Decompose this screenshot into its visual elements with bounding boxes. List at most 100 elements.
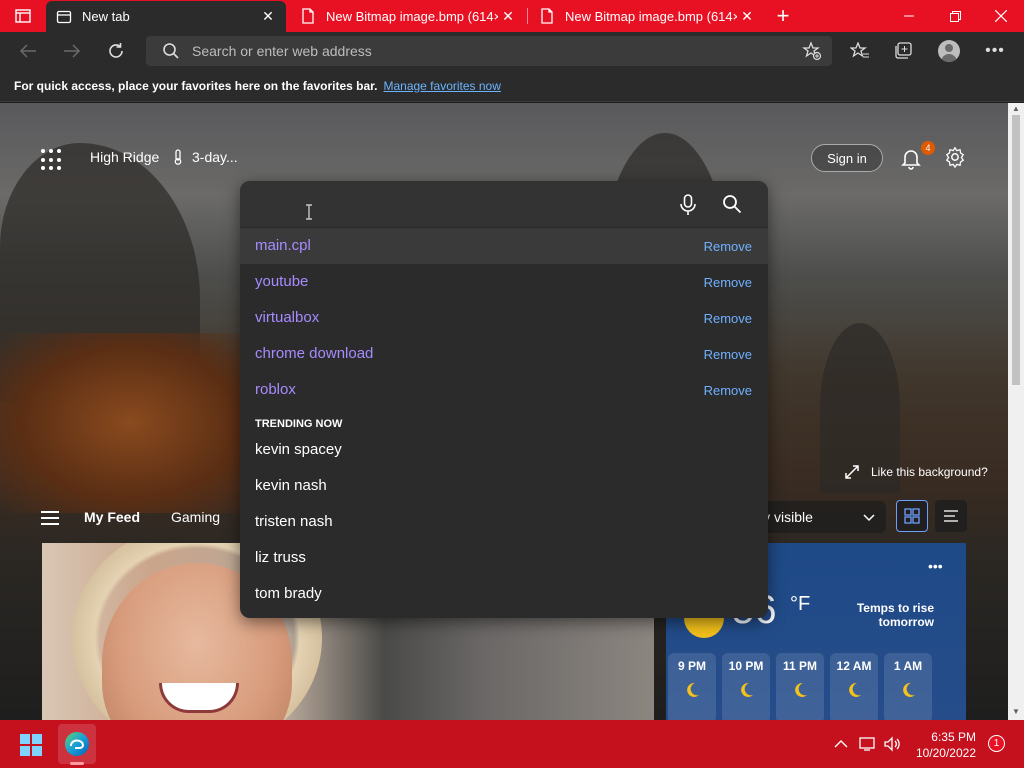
edge-taskbar-button[interactable]	[58, 724, 96, 764]
search-box	[240, 181, 768, 227]
recent-search-query: chrome download	[255, 345, 374, 362]
hourly-forecast-item: 12 AM	[830, 653, 878, 720]
back-button[interactable]	[14, 37, 42, 65]
trending-item[interactable]: kevin nash	[255, 477, 327, 494]
more-icon: •••	[985, 42, 1005, 59]
trending-item[interactable]: tristen nash	[255, 513, 333, 530]
collections-icon	[895, 42, 912, 59]
recent-search-item[interactable]: main.cpl Remove	[240, 228, 768, 264]
scroll-down-icon[interactable]: ▼	[1012, 707, 1020, 716]
favorites-button[interactable]	[845, 37, 875, 65]
recent-search-item[interactable]: roblox Remove	[240, 372, 768, 408]
location-label[interactable]: High Ridge	[90, 149, 159, 165]
sign-in-button[interactable]: Sign in	[811, 144, 883, 172]
hour-label: 9 PM	[677, 659, 706, 673]
tab-separator	[527, 8, 528, 24]
moon-icon	[903, 682, 915, 697]
notification-badge: 4	[921, 141, 935, 155]
grid-icon	[904, 508, 920, 524]
tab-bitmap-2[interactable]: New Bitmap image.bmp (614×46 ✕	[529, 0, 765, 32]
tab-bitmap-1[interactable]: New Bitmap image.bmp (614×46 ✕	[290, 0, 526, 32]
search-input[interactable]	[256, 191, 656, 217]
hourly-forecast-item: 10 PM	[722, 653, 770, 720]
remove-search-button[interactable]: Remove	[704, 239, 752, 254]
list-layout-button[interactable]	[935, 500, 967, 532]
network-icon[interactable]	[858, 734, 878, 754]
new-tab-page-icon	[56, 9, 72, 25]
trending-item[interactable]: tom brady	[255, 585, 322, 602]
address-bar[interactable]	[146, 36, 832, 66]
minimize-button[interactable]	[886, 0, 932, 32]
forward-button[interactable]	[58, 37, 86, 65]
weather-summary[interactable]: 3-day...	[172, 149, 238, 165]
expand-icon	[845, 465, 859, 479]
address-input[interactable]	[192, 43, 752, 59]
tab-new-tab[interactable]: New tab ✕	[46, 1, 286, 32]
microphone-icon[interactable]	[678, 194, 698, 216]
manage-favorites-link[interactable]: Manage favorites now	[383, 79, 500, 93]
profile-avatar[interactable]	[938, 40, 960, 62]
weather-trend-text: Temps to rise tomorrow	[856, 601, 934, 629]
remove-search-button[interactable]: Remove	[704, 275, 752, 290]
tab-actions-button[interactable]	[8, 6, 38, 26]
arrow-left-icon	[19, 44, 36, 58]
refresh-icon	[109, 43, 123, 58]
volume-icon[interactable]	[883, 734, 903, 754]
trending-item[interactable]: kevin spacey	[255, 441, 342, 458]
tab-my-feed[interactable]: My Feed	[84, 509, 140, 525]
hour-label: 11 PM	[782, 659, 818, 673]
new-tab-button[interactable]: +	[770, 3, 796, 28]
page-scrollbar[interactable]: ▲ ▼	[1008, 103, 1024, 720]
active-app-indicator	[70, 762, 84, 765]
tab-close-button[interactable]: ✕	[737, 6, 757, 26]
trending-item[interactable]: liz truss	[255, 549, 306, 566]
minimize-icon	[904, 15, 914, 17]
settings-more-button[interactable]: •••	[980, 37, 1010, 65]
restore-button[interactable]	[932, 0, 978, 32]
favorites-bar: For quick access, place your favorites h…	[0, 70, 1024, 102]
feed-menu-icon[interactable]	[41, 511, 59, 525]
recent-search-item[interactable]: chrome download Remove	[240, 336, 768, 372]
list-icon	[944, 510, 958, 522]
bell-icon[interactable]	[899, 146, 923, 170]
recent-search-item[interactable]: virtualbox Remove	[240, 300, 768, 336]
remove-search-button[interactable]: Remove	[704, 311, 752, 326]
show-hidden-icons-button[interactable]	[831, 734, 851, 754]
favorites-bar-hint: For quick access, place your favorites h…	[14, 78, 378, 93]
remove-search-button[interactable]: Remove	[704, 347, 752, 362]
gear-icon[interactable]	[944, 146, 966, 168]
tab-close-button[interactable]: ✕	[498, 6, 518, 26]
tab-close-button[interactable]: ✕	[258, 7, 278, 27]
tab-title: New Bitmap image.bmp (614×46	[326, 8, 498, 24]
thermometer-icon	[174, 149, 182, 165]
moon-icon	[849, 682, 861, 697]
favorites-icon	[850, 42, 869, 58]
taskbar: 6:35 PM 10/20/2022 1	[0, 720, 1024, 768]
remove-search-button[interactable]: Remove	[704, 383, 752, 398]
search-icon	[163, 43, 179, 59]
apps-launcher-icon[interactable]	[41, 149, 63, 171]
close-icon	[995, 10, 1007, 22]
refresh-button[interactable]	[102, 37, 130, 65]
scrollbar-thumb[interactable]	[1012, 115, 1020, 385]
more-options-icon[interactable]: •••	[928, 558, 943, 574]
search-suggestions-panel: main.cpl Remove youtube Remove virtualbo…	[240, 181, 768, 618]
system-clock[interactable]: 6:35 PM 10/20/2022	[910, 729, 976, 761]
like-background-button[interactable]: Like this background?	[845, 465, 988, 479]
grid-layout-button[interactable]	[896, 500, 928, 532]
add-favorite-icon[interactable]	[802, 41, 822, 61]
tab-gaming[interactable]: Gaming	[171, 509, 220, 525]
recent-search-item[interactable]: youtube Remove	[240, 264, 768, 300]
search-icon[interactable]	[722, 194, 742, 214]
scroll-up-icon[interactable]: ▲	[1012, 104, 1020, 113]
close-window-button[interactable]	[978, 0, 1024, 32]
collections-button[interactable]	[889, 37, 919, 65]
hourly-forecast-item: 11 PM	[776, 653, 824, 720]
notification-center-badge[interactable]: 1	[988, 735, 1005, 752]
restore-icon	[949, 10, 961, 22]
navigation-bar: •••	[0, 32, 1024, 70]
windows-start-icon[interactable]	[20, 734, 42, 756]
hour-label: 10 PM	[728, 659, 764, 673]
tab-title: New Bitmap image.bmp (614×46	[565, 8, 737, 24]
clock-time: 6:35 PM	[931, 730, 976, 744]
